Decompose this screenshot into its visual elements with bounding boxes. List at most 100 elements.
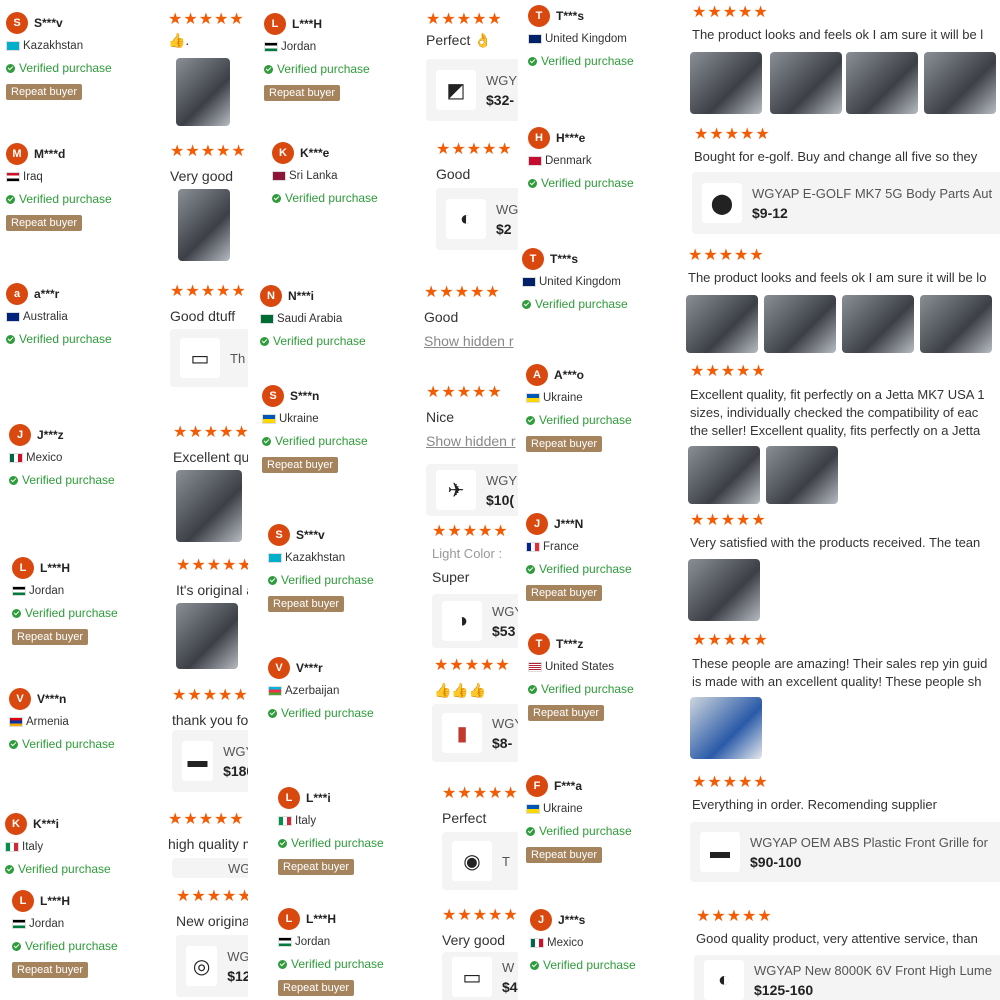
product-price: $4 [502, 978, 518, 995]
taillight-icon: ▮ [442, 713, 482, 753]
review-photo[interactable] [690, 697, 762, 759]
product-card[interactable]: ▬ WGYAP OEM ABS Plastic Front Grille for $… [690, 822, 1000, 882]
review-photo[interactable] [690, 52, 762, 114]
review-photo[interactable] [176, 603, 238, 669]
reviewer-card: S S***v Kazakhstan Verified purchase Repe… [6, 11, 112, 100]
rating-stars: ★★★★★ [172, 687, 248, 704]
show-hidden-link[interactable]: Show hidden r [426, 433, 516, 449]
verified-label: Verified purchase [291, 957, 384, 971]
flag-icon [268, 686, 282, 696]
review-photo[interactable] [924, 52, 996, 114]
product-card[interactable]: ◐ WGYAP New 8000K 6V Front High Lume $125-… [694, 955, 1000, 1000]
country-name: Armenia [26, 716, 69, 728]
headlight-icon: ◐ [704, 960, 744, 1000]
reviewer-name: F***a [554, 779, 583, 793]
review-photo[interactable] [688, 446, 760, 504]
avatar: K [272, 142, 294, 164]
flag-icon [6, 41, 20, 51]
product-card[interactable]: ◐ WG $2 [436, 188, 518, 250]
avatar: L [12, 890, 34, 912]
avatar: L [278, 787, 300, 809]
product-card[interactable]: ◩ WGY $32- [426, 59, 518, 121]
verified-label: Verified purchase [273, 334, 366, 348]
review-photo[interactable] [688, 559, 760, 621]
review-text: Very satisfied with the products receive… [690, 535, 981, 550]
review-photo[interactable] [176, 58, 230, 126]
reviewer-name: V***r [296, 661, 323, 675]
verified-label: Verified purchase [291, 836, 384, 850]
product-card[interactable]: ◉ T [442, 832, 518, 890]
verified-label: Verified purchase [539, 413, 632, 427]
review-photo[interactable] [842, 295, 914, 353]
product-card[interactable]: ⬤ WGYAP E-GOLF MK7 5G Body Parts Aut $9-12 [692, 172, 1000, 234]
country-name: Italy [295, 815, 317, 827]
product-card[interactable]: ▮ WGY $8- [432, 704, 518, 762]
reviewer-column-5: T T***s United Kingdom Verified purchase … [518, 0, 678, 1000]
flag-icon [12, 919, 26, 929]
review-text: high quality mat [168, 836, 248, 852]
avatar: K [5, 813, 27, 835]
rating-stars: ★★★★★ [168, 11, 245, 28]
product-title: WGY [492, 715, 518, 731]
verified-label: Verified purchase [275, 434, 368, 448]
avatar: L [12, 557, 34, 579]
review-text: The product looks and feels ok I am sure… [692, 27, 984, 42]
rating-stars: ★★★★★ [176, 888, 248, 905]
product-title: WGY [486, 472, 518, 488]
verified-check-icon [526, 564, 535, 574]
country-name: Mexico [547, 937, 584, 949]
avatar: N [260, 285, 282, 307]
product-card[interactable]: ✈ WGY $10( [426, 464, 518, 516]
avatar: V [268, 657, 290, 679]
rating-stars: ★★★★★ [173, 424, 248, 441]
review-photo[interactable] [770, 52, 842, 114]
product-title: WGYA [223, 743, 248, 759]
country-name: Jordan [29, 918, 65, 930]
repeat-buyer-badge: Repeat buyer [528, 705, 605, 721]
country-name: United States [545, 661, 615, 673]
review-photo[interactable] [920, 295, 992, 353]
product-price: $2 [496, 220, 512, 237]
reviewer-card: S S***v Kazakhstan Verified purchase Repe… [268, 523, 374, 612]
rating-stars: ★★★★★ [426, 11, 503, 28]
review-text: Bought for e-golf. Buy and change all fi… [694, 149, 978, 164]
product-card[interactable]: WGYA [172, 858, 248, 878]
verified-label: Verified purchase [543, 958, 636, 972]
review-photo[interactable] [764, 295, 836, 353]
product-thumbnail: ▭ [452, 957, 492, 997]
verified-check-icon [262, 436, 271, 446]
review-photo[interactable] [766, 446, 838, 504]
reviewer-card: a a***r Australia Verified purchase [6, 282, 112, 346]
product-title: WGYAP OEM ABS Plastic Front Grille for [750, 834, 988, 850]
flag-icon [262, 414, 276, 424]
product-card[interactable]: ◑ WGY $53 [432, 594, 518, 648]
reviewer-card: J J***N France Verified purchase Repeat b… [526, 512, 632, 601]
rating-stars: ★★★★★ [436, 141, 513, 158]
reviewer-card: S S***n Ukraine Verified purchase Repeat … [262, 384, 368, 473]
verified-label: Verified purchase [22, 473, 115, 487]
flag-icon [268, 553, 282, 563]
verified-label: Verified purchase [19, 332, 112, 346]
review-photo[interactable] [176, 470, 242, 542]
review-text: Excellent qu [173, 449, 248, 465]
rating-stars: ★★★★★ [692, 4, 769, 21]
show-hidden-link[interactable]: Show hidden r [424, 333, 514, 349]
review-photo[interactable] [846, 52, 918, 114]
flag-icon [6, 312, 20, 322]
verified-check-icon [6, 194, 15, 204]
product-card[interactable]: ▭ W $4 [442, 952, 518, 1000]
product-card[interactable]: ▬ WGYA $1804 [172, 730, 248, 792]
product-card[interactable]: ◎ WGYA $120- [176, 935, 248, 997]
avatar: T [522, 248, 544, 270]
reviewer-name: V***n [37, 692, 67, 706]
product-card[interactable]: ▭ Th [170, 329, 248, 387]
verified-check-icon [6, 63, 15, 73]
rating-stars: ★★★★★ [442, 785, 518, 802]
review-photo[interactable] [686, 295, 758, 353]
review-text: Very good [170, 168, 234, 184]
rating-stars: ★★★★★ [442, 907, 518, 924]
product-price: $9-12 [752, 204, 788, 221]
reviewer-name: N***i [288, 289, 315, 303]
product-price: $53 [492, 622, 516, 639]
review-photo[interactable] [178, 189, 230, 261]
